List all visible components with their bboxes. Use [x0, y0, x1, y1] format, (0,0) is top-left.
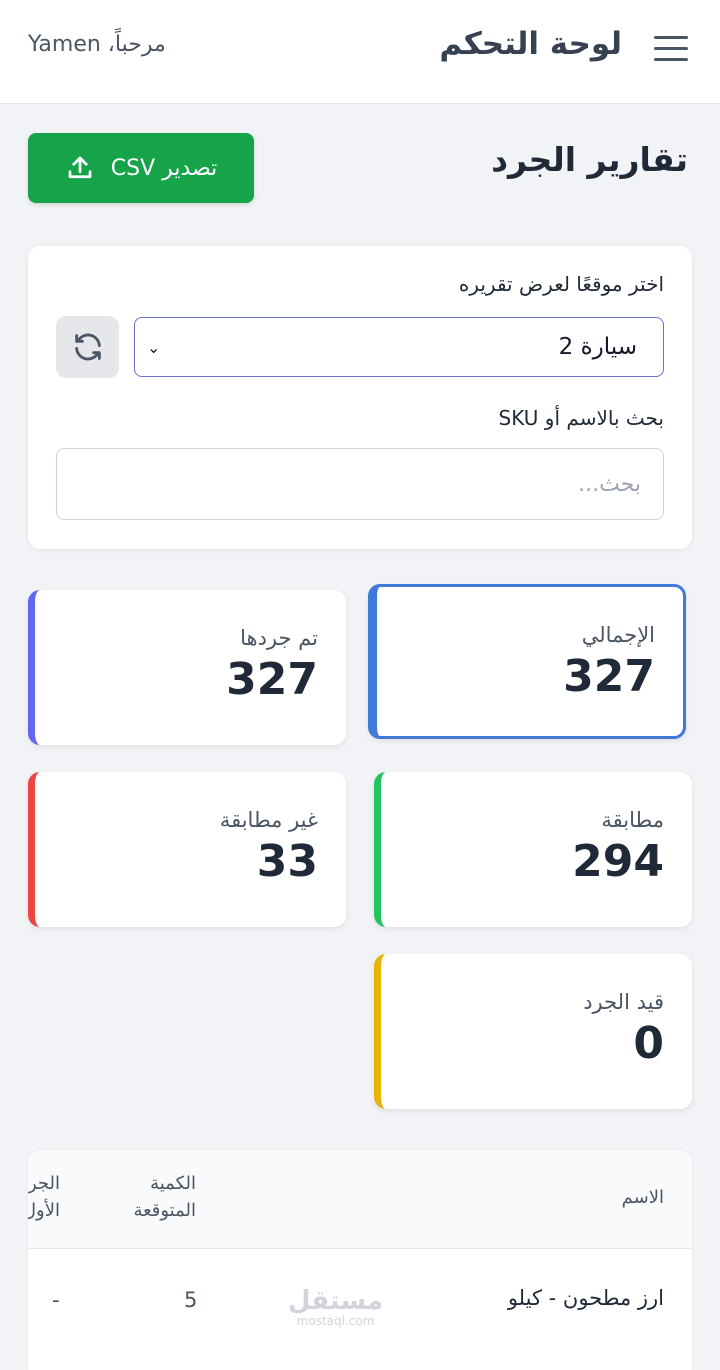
stat-label: مطابقة	[601, 808, 664, 832]
column-header-name: الاسم	[621, 1187, 664, 1208]
refresh-icon	[74, 333, 101, 361]
stat-value: 0	[633, 1018, 664, 1069]
export-csv-button[interactable]: تصدير CSV	[28, 133, 254, 203]
site-select[interactable]: سيارة 2 ⌄	[134, 317, 664, 377]
stat-label: قيد الجرد	[583, 990, 664, 1014]
stat-value: 294	[572, 836, 664, 887]
stat-card-total[interactable]: الإجمالي 327	[368, 584, 686, 739]
page-title: تقارير الجرد	[491, 140, 688, 179]
column-header-first-count: الجرد الأول	[28, 1173, 60, 1221]
stat-value: 327	[226, 654, 318, 705]
stat-label: تم جردها	[240, 626, 318, 650]
stat-label: الإجمالي	[581, 623, 655, 647]
stat-card-mismatched[interactable]: غير مطابقة 33	[28, 772, 346, 927]
stat-value: 327	[563, 651, 655, 702]
table-header: الاسم الكمية المتوقعة الجرد الأول	[28, 1150, 692, 1249]
cell-first-count: -	[52, 1288, 60, 1312]
search-label: بحث بالاسم أو SKU	[498, 406, 664, 430]
stat-card-counted[interactable]: تم جردها 327	[28, 590, 346, 745]
stat-card-matched[interactable]: مطابقة 294	[374, 772, 692, 927]
refresh-button[interactable]	[56, 316, 119, 378]
site-select-label: اختر موقعًا لعرض تقريره	[458, 272, 664, 296]
column-header-expected: الكمية المتوقعة	[133, 1173, 196, 1221]
upload-icon	[68, 156, 92, 179]
stat-value: 33	[256, 836, 318, 887]
site-select-value: سيارة 2	[558, 334, 637, 360]
welcome-text: مرحباً، Yamen	[28, 32, 166, 57]
search-input[interactable]	[56, 448, 664, 520]
stat-label: غير مطابقة	[219, 808, 318, 832]
watermark-text: مستقل	[288, 1286, 384, 1316]
hamburger-menu-icon[interactable]	[654, 36, 688, 64]
stat-card-in-progress[interactable]: قيد الجرد 0	[374, 954, 692, 1109]
inventory-table: الاسم الكمية المتوقعة الجرد الأول ارز مط…	[28, 1150, 692, 1370]
top-bar: لوحة التحكم مرحباً، Yamen	[0, 0, 720, 104]
watermark-subtext: mostaql.com	[296, 1314, 375, 1328]
filter-card: اختر موقعًا لعرض تقريره سيارة 2 ⌄ بحث با…	[28, 246, 692, 549]
export-button-label: تصدير CSV	[110, 155, 218, 181]
app-title: لوحة التحكم	[439, 26, 622, 62]
watermark-logo: مستقل mostaql.com	[288, 1288, 383, 1328]
cell-name: ارز مطحون - كيلو	[507, 1286, 664, 1310]
cell-expected: 5	[184, 1288, 198, 1312]
chevron-down-icon: ⌄	[147, 337, 161, 357]
